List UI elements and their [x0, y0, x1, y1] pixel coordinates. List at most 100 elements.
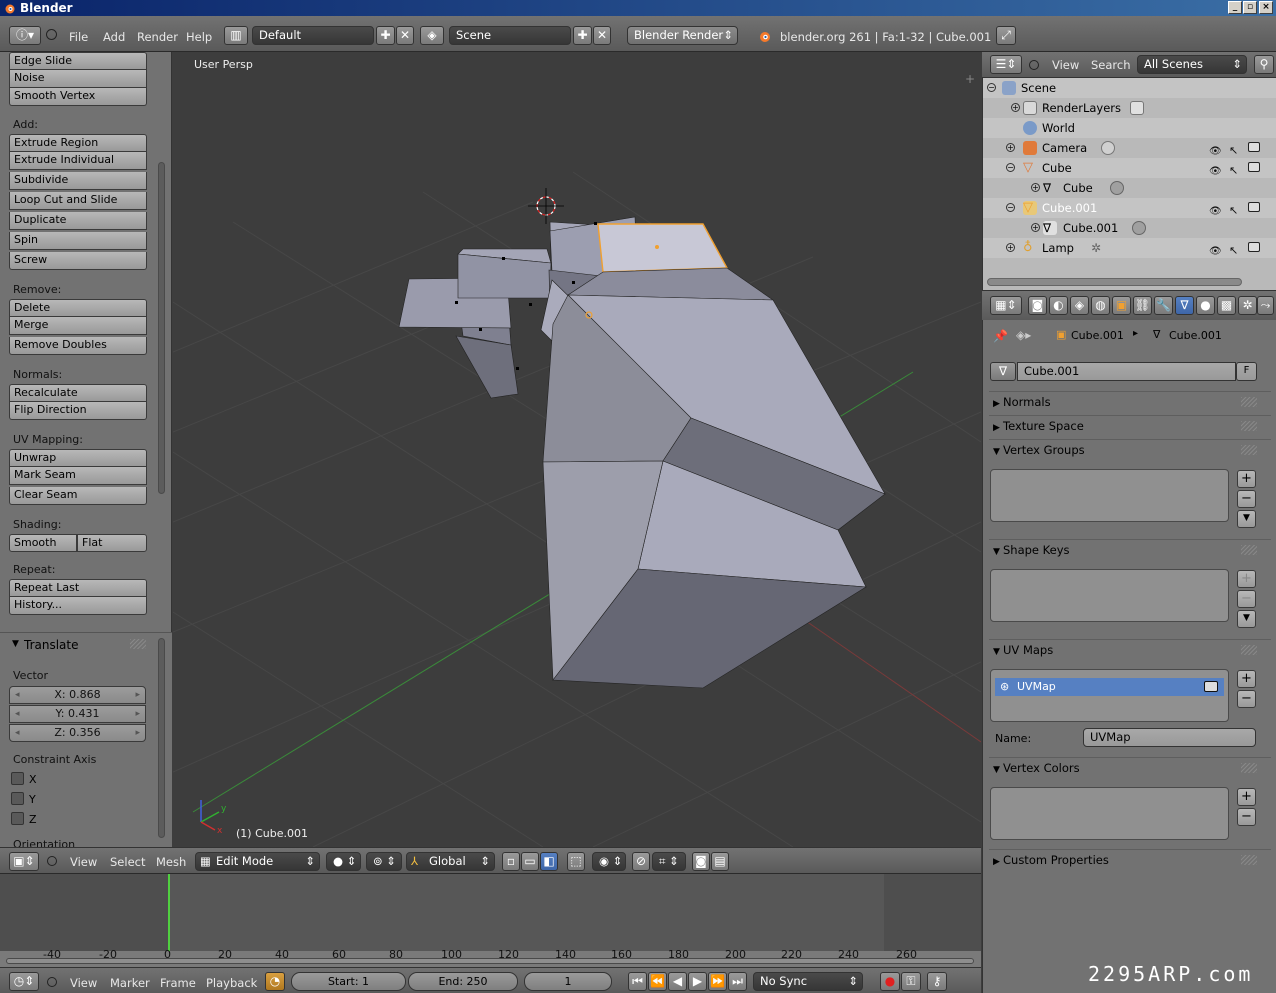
expand-icon[interactable]: +: [1006, 243, 1015, 252]
panel-grip-icon[interactable]: [1241, 763, 1257, 773]
minimize-button[interactable]: _: [1228, 1, 1242, 14]
expand-icon[interactable]: +: [1011, 103, 1020, 112]
outliner-row-cube001[interactable]: − ▽ Cube.001 👁 ↖: [983, 198, 1276, 218]
tab-render-icon[interactable]: ◙: [1028, 296, 1047, 315]
tool-repeat-last[interactable]: Repeat Last: [9, 579, 147, 597]
tool-extrude-individual[interactable]: Extrude Individual: [9, 152, 147, 170]
tool-delete[interactable]: Delete: [9, 299, 147, 317]
renderable-camera-icon[interactable]: [1248, 202, 1260, 212]
uv-render-camera-icon[interactable]: [1204, 681, 1218, 692]
pivot-point-select[interactable]: ⊚ ⇕: [366, 852, 402, 871]
fullscreen-icon[interactable]: ⤢: [996, 26, 1016, 45]
tool-unwrap[interactable]: Unwrap: [9, 449, 147, 467]
scene-icon[interactable]: ◈: [420, 26, 444, 45]
renderable-camera-icon[interactable]: [1248, 242, 1260, 252]
snap-toggle-icon[interactable]: ⊘: [632, 852, 650, 871]
editor-type-timeline-button[interactable]: ◷⇕: [9, 972, 39, 991]
uv-map-add-button[interactable]: +: [1237, 670, 1256, 688]
tab-object-icon[interactable]: ▣: [1112, 296, 1131, 315]
vector-z-field[interactable]: Z: 0.356: [9, 724, 146, 742]
uv-map-remove-button[interactable]: −: [1237, 690, 1256, 708]
outliner-view-menu[interactable]: View: [1052, 58, 1079, 72]
vector-x-field[interactable]: X: 0.868: [9, 686, 146, 704]
tab-material-icon[interactable]: ●: [1196, 296, 1215, 315]
editor-type-3dview-button[interactable]: ▣⇕: [9, 852, 39, 871]
panel-custom-properties[interactable]: ▶ Custom Properties: [993, 853, 1109, 867]
outliner-row-lamp[interactable]: + ♁ Lamp ✲ 👁 ↖: [983, 238, 1276, 258]
timeline-view-menu[interactable]: View: [70, 976, 97, 990]
snap-element-select[interactable]: ⌗ ⇕: [652, 852, 686, 871]
mesh-browse-icon[interactable]: ∇: [990, 362, 1016, 381]
3d-viewport[interactable]: User Persp (1) Cube.001 y x +: [173, 52, 981, 847]
tab-particles-icon[interactable]: ✲: [1238, 296, 1257, 315]
keyframe-insert-icon[interactable]: ⚷: [927, 972, 947, 991]
outliner-row-camera[interactable]: + Camera 👁 ↖: [983, 138, 1276, 158]
face-select-icon[interactable]: ◧: [540, 852, 558, 871]
tool-recalculate[interactable]: Recalculate: [9, 384, 147, 402]
expand-icon[interactable]: +: [1031, 223, 1040, 232]
screen-layout-icon[interactable]: ▥: [224, 26, 248, 45]
tab-physics-icon[interactable]: ⤳: [1257, 296, 1274, 315]
tool-subdivide[interactable]: Subdivide: [9, 172, 147, 190]
mode-select[interactable]: ▦ Edit Mode ⇕: [195, 852, 320, 871]
tool-extrude-region[interactable]: Extrude Region: [9, 134, 147, 152]
outliner-row-scene[interactable]: − Scene: [983, 78, 1276, 98]
tool-merge[interactable]: Merge: [9, 317, 147, 335]
panel-grip-icon[interactable]: [1241, 645, 1257, 655]
remove-scene-icon[interactable]: ✕: [593, 26, 611, 45]
maximize-button[interactable]: ▫: [1243, 1, 1257, 14]
record-icon[interactable]: ●: [880, 972, 900, 991]
render-engine-select[interactable]: Blender Render ⇕: [627, 26, 738, 45]
panel-grip-icon[interactable]: [1241, 445, 1257, 455]
tool-shelf-scrollbar[interactable]: [158, 162, 165, 494]
tab-scene-icon[interactable]: ◈: [1070, 296, 1089, 315]
render-still-icon[interactable]: ◙: [692, 852, 710, 871]
operator-scrollbar[interactable]: [158, 638, 165, 838]
render-animation-icon[interactable]: ▤: [711, 852, 729, 871]
play-icon[interactable]: ▶: [688, 972, 707, 991]
tool-mark-seam[interactable]: Mark Seam: [9, 467, 147, 485]
current-frame-field[interactable]: 1: [524, 972, 612, 991]
transform-orientation-select[interactable]: ⅄ Global ⇕: [406, 852, 495, 871]
close-button[interactable]: ×: [1259, 1, 1273, 14]
tool-spin[interactable]: Spin: [9, 232, 147, 250]
collapse-icon[interactable]: −: [987, 83, 996, 92]
outliner-filter-select[interactable]: All Scenes ⇕: [1137, 55, 1247, 74]
outliner-row-cube001-mesh[interactable]: + ∇ Cube.001: [983, 218, 1276, 238]
shape-key-remove-button[interactable]: −: [1237, 590, 1256, 608]
panel-shape-keys[interactable]: ▼ Shape Keys: [993, 543, 1070, 557]
shape-key-add-button[interactable]: +: [1237, 570, 1256, 588]
vertex-color-remove-button[interactable]: −: [1237, 808, 1256, 826]
vertex-group-menu-button[interactable]: ▼: [1237, 510, 1256, 528]
vertex-groups-list[interactable]: [990, 469, 1229, 522]
limit-selection-icon[interactable]: ⬚: [567, 852, 585, 871]
timeline-area[interactable]: [0, 874, 981, 967]
panel-grip-icon[interactable]: [1241, 421, 1257, 431]
renderable-camera-icon[interactable]: [1248, 162, 1260, 172]
jump-end-icon[interactable]: ⏭: [728, 972, 747, 991]
outliner-row-renderlayers[interactable]: + RenderLayers: [983, 98, 1276, 118]
viewport-shading-select[interactable]: ● ⇕: [326, 852, 361, 871]
constraint-z-checkbox[interactable]: [11, 812, 24, 825]
tool-edge-slide[interactable]: Edge Slide: [9, 52, 147, 70]
expand-icon[interactable]: +: [1006, 143, 1015, 152]
tab-world-icon[interactable]: ◍: [1091, 296, 1110, 315]
viewport-plus-icon[interactable]: +: [965, 72, 975, 86]
outliner-row-cube-mesh[interactable]: + ∇ Cube: [983, 178, 1276, 198]
add-screen-icon[interactable]: ✚: [376, 26, 395, 45]
tool-noise[interactable]: Noise: [9, 70, 147, 88]
remove-screen-icon[interactable]: ✕: [396, 26, 414, 45]
tab-texture-icon[interactable]: ▩: [1217, 296, 1236, 315]
pin-icon[interactable]: 📌: [993, 329, 1008, 343]
vertex-group-add-button[interactable]: +: [1237, 470, 1256, 488]
edge-select-icon[interactable]: ▭: [521, 852, 539, 871]
menu-add[interactable]: Add: [103, 30, 125, 44]
uv-map-item[interactable]: ⊛ UVMap: [995, 678, 1224, 696]
vertex-colors-list[interactable]: [990, 787, 1229, 840]
tool-history[interactable]: History...: [9, 597, 147, 615]
tool-duplicate[interactable]: Duplicate: [9, 212, 147, 230]
collapse-icon[interactable]: −: [1006, 203, 1015, 212]
outliner-row-cube[interactable]: − ▽ Cube 👁 ↖: [983, 158, 1276, 178]
expand-icon[interactable]: +: [1031, 183, 1040, 192]
editor-type-info-button[interactable]: ⓘ▾: [9, 26, 41, 45]
